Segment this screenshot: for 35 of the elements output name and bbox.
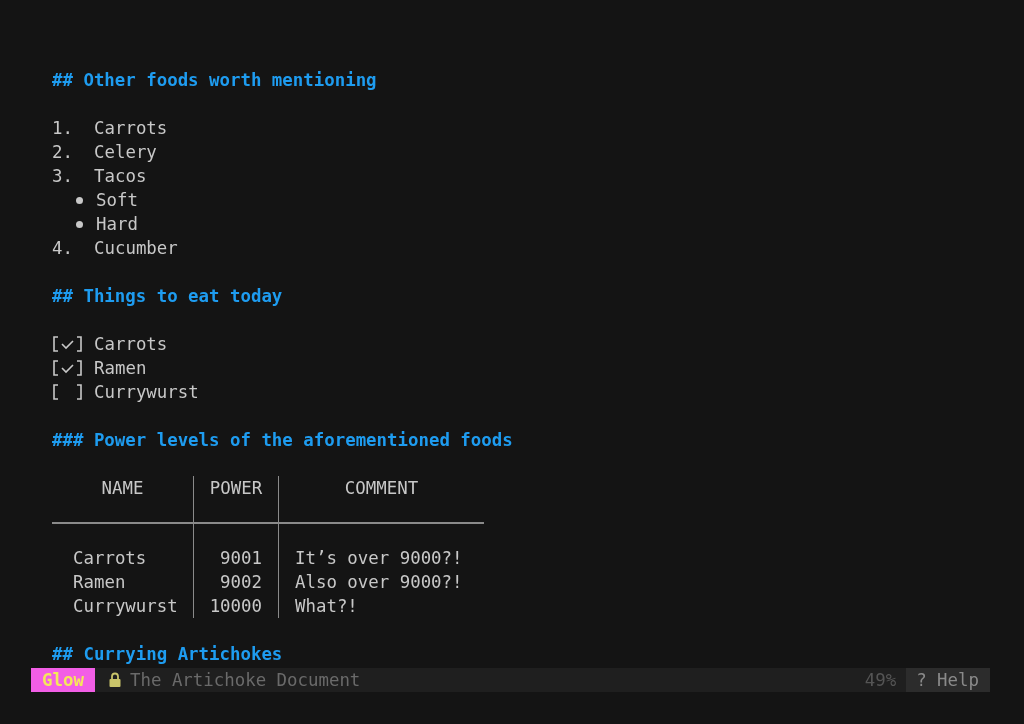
table-cell-text: What?! (294, 595, 359, 618)
app-badge: Glow (31, 668, 95, 692)
table-cell-text: Also over 9000?! (294, 571, 464, 594)
task-label: Ramen (94, 357, 147, 380)
table-header: POWER (194, 476, 279, 524)
table-cell: 9001 (194, 524, 279, 570)
list-item: Tacos (94, 165, 147, 188)
list-item: Carrots (94, 117, 168, 140)
section-heading: ## Other foods worth mentioning (52, 69, 378, 92)
list-number: 4. (52, 237, 74, 260)
table-cell: Currywurst (52, 594, 194, 618)
section-heading: ## Currying Artichokes (52, 643, 284, 666)
table-header: NAME (52, 476, 194, 524)
help-button[interactable]: ? Help (906, 668, 990, 692)
bullet-icon (76, 220, 83, 228)
table-header: COMMENT (279, 476, 484, 524)
list-item: Hard (96, 213, 138, 236)
section-heading: ## Things to eat today (52, 285, 284, 308)
table-cell: 10000 (194, 594, 279, 618)
table-cell: Carrots (52, 524, 194, 570)
task-label: Currywurst (94, 381, 199, 404)
list-item: Soft (96, 189, 138, 212)
list-number: 1. (52, 117, 74, 140)
list-number: 3. (52, 165, 74, 188)
table-cell: Ramen (52, 570, 194, 594)
document-title: The Artichoke Document (130, 669, 362, 692)
table-cell-text: It’s over 9000?! (294, 547, 464, 570)
table-cell: 9002 (194, 570, 279, 594)
task-label: Carrots (94, 333, 168, 356)
list-number: 2. (52, 141, 74, 164)
section-heading: ### Power levels of the aforementioned foods (52, 429, 514, 452)
lock-icon (108, 672, 122, 688)
bullet-icon (76, 196, 83, 204)
list-item: Celery (94, 141, 157, 164)
list-item: Cucumber (94, 237, 178, 260)
